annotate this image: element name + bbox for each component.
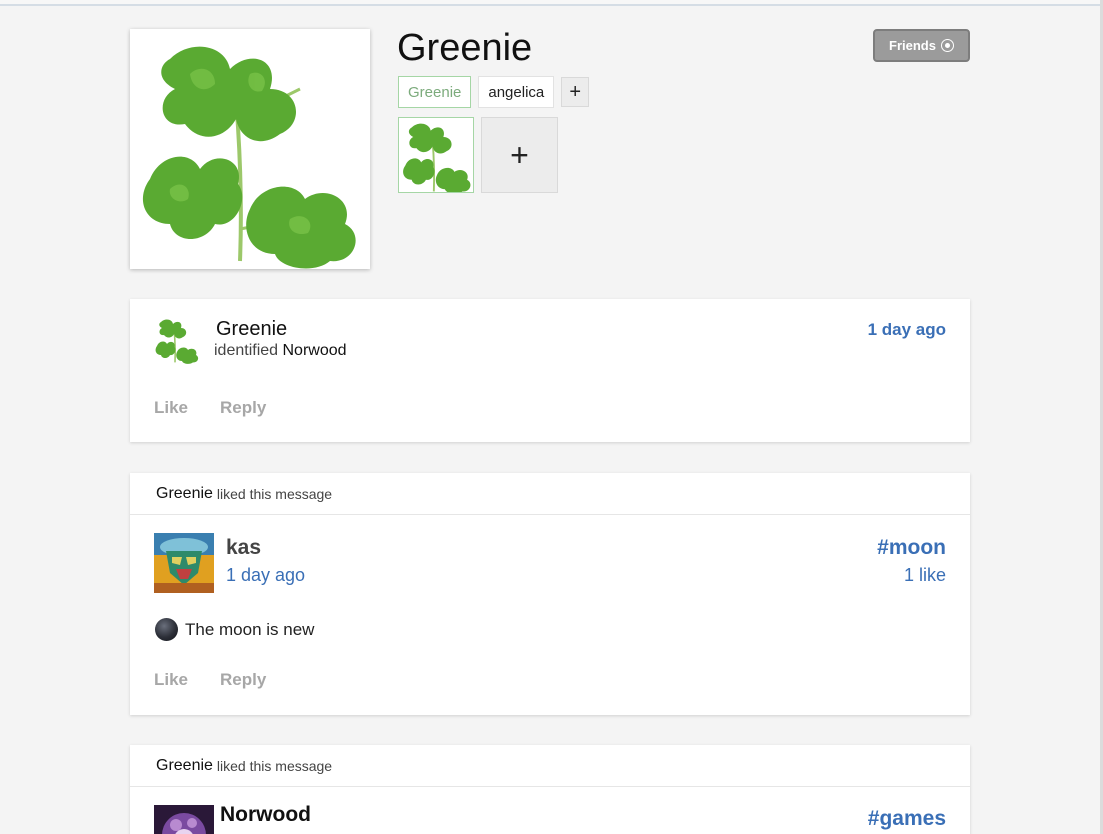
liked-message-card: Greenie liked this message Norwood #game… [130, 745, 970, 834]
liked-header: Greenie liked this message [130, 745, 970, 787]
reply-button[interactable]: Reply [220, 670, 266, 690]
liked-text: liked this message [216, 485, 333, 502]
add-tag-button[interactable]: + [561, 77, 590, 107]
like-button[interactable]: Like [154, 398, 188, 418]
add-photo-button[interactable]: + [481, 117, 558, 193]
photo-thumbnail[interactable] [398, 117, 474, 193]
liked-message-card: Greenie liked this message kas 1 day ago… [130, 473, 970, 715]
new-moon-icon [155, 618, 178, 641]
reply-button[interactable]: Reply [220, 398, 266, 418]
tag-angelica[interactable]: angelica [478, 76, 555, 108]
tag-greenie[interactable]: Greenie [398, 76, 472, 108]
post-author[interactable]: kas [226, 536, 261, 560]
top-border [0, 0, 1103, 6]
mask-avatar-image [154, 533, 214, 593]
post-author[interactable]: Norwood [220, 803, 311, 827]
name-tags: Greenie angelica + [398, 76, 590, 108]
profile-avatar[interactable] [130, 29, 370, 269]
photo-thumbnails: + [398, 117, 558, 193]
activity-action: identified [214, 342, 279, 359]
purple-character-avatar-image [154, 805, 214, 834]
cilantro-avatar-icon [155, 319, 199, 364]
norwood-avatar[interactable] [154, 805, 214, 834]
cilantro-leaf-image [142, 46, 356, 269]
friends-button-label: Friends [889, 38, 936, 53]
like-count[interactable]: 1 like [904, 565, 946, 586]
post-body: The moon is new [155, 618, 314, 641]
liker-name[interactable]: Greenie [156, 485, 213, 503]
activity-card: Greenie identified Norwood 1 day ago Lik… [130, 299, 970, 442]
channel-tag[interactable]: #games [868, 807, 946, 831]
kas-avatar[interactable] [154, 533, 214, 593]
activity-target[interactable]: Norwood [283, 342, 347, 359]
post-timestamp[interactable]: 1 day ago [226, 565, 305, 586]
channel-tag[interactable]: #moon [877, 536, 946, 560]
radio-icon [940, 39, 954, 52]
activity-user-name[interactable]: Greenie [216, 318, 287, 341]
activity-timestamp[interactable]: 1 day ago [868, 320, 946, 340]
liked-header: Greenie liked this message [130, 473, 970, 515]
like-button[interactable]: Like [154, 670, 188, 690]
post-message: The moon is new [185, 619, 315, 639]
activity-description: identified Norwood [214, 342, 347, 360]
friends-button[interactable]: Friends [873, 29, 970, 62]
user-avatar[interactable] [153, 316, 201, 364]
liker-name[interactable]: Greenie [156, 757, 213, 775]
cilantro-leaf-thumbnail [403, 123, 471, 192]
liked-text: liked this message [216, 757, 333, 774]
profile-name: Greenie [397, 27, 533, 69]
